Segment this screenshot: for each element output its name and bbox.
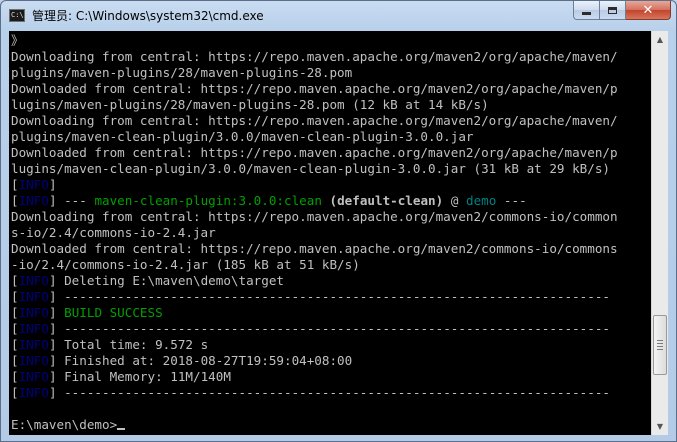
- console-text: Downloading from central: https://repo.m…: [11, 113, 618, 128]
- console-line: Downloading from central: https://repo.m…: [11, 49, 618, 65]
- console-text: ]: [48, 305, 65, 320]
- console-text: maven-clean-plugin:3.0.0:clean: [94, 193, 322, 208]
- info-tag: INFO: [18, 193, 49, 208]
- console-line: [INFO] Deleting E:\maven\demo\target: [11, 273, 284, 289]
- console-line: E:\maven\demo>: [11, 417, 126, 433]
- console-text: ]: [48, 177, 57, 192]
- info-tag: INFO: [18, 337, 49, 352]
- info-tag: INFO: [18, 321, 49, 336]
- console-text: Downloaded from central: https://repo.ma…: [11, 81, 618, 96]
- scroll-down-arrow-icon: ▼: [656, 422, 664, 431]
- console-text: ] ---: [48, 193, 95, 208]
- console-text: ] --------------------------------------…: [48, 321, 611, 336]
- console-line: lugins/maven-plugins/28/maven-plugins-28…: [11, 97, 489, 113]
- info-tag: INFO: [18, 273, 49, 288]
- console-text: E:\maven\demo>: [11, 417, 118, 432]
- console-line: Downloaded from central: https://repo.ma…: [11, 145, 618, 161]
- console-text: Downloaded from central: https://repo.ma…: [11, 241, 618, 256]
- minimize-icon: [582, 11, 591, 15]
- scroll-down-button[interactable]: ▼: [652, 418, 668, 435]
- console-text: s-io/2.4/commons-io-2.4.jar: [11, 225, 216, 240]
- console-text: (default-clean): [321, 193, 444, 208]
- text-cursor: [117, 428, 126, 430]
- console-line: [INFO] Final Memory: 11M/140M: [11, 369, 231, 385]
- cmd-icon[interactable]: C:\: [9, 9, 25, 22]
- info-tag: INFO: [18, 369, 49, 384]
- console-text: -io/2.4/commons-io-2.4.jar (185 kB at 51…: [11, 257, 360, 272]
- grip-line: [657, 346, 663, 347]
- console-text: [: [11, 177, 19, 192]
- console-line: [INFO] --- maven-clean-plugin:3.0.0:clea…: [11, 193, 527, 209]
- console-line: [INFO] ---------------------------------…: [11, 321, 610, 337]
- vertical-scrollbar[interactable]: ▲ ▼: [651, 31, 668, 435]
- minimize-button[interactable]: [573, 1, 600, 20]
- console-text: @: [443, 193, 466, 208]
- grip-line: [657, 349, 663, 350]
- cmd-window: C:\ 管理员: C:\Windows\system32\cmd.exe ✕ 》…: [0, 0, 677, 442]
- console-text: [: [11, 289, 19, 304]
- caption-buttons: ✕: [573, 1, 671, 21]
- info-tag: INFO: [18, 305, 49, 320]
- console-text: ] Finished at: 2018-08-27T19:59:04+08:00: [48, 353, 353, 368]
- console-text: 》: [11, 33, 24, 48]
- grip-line: [657, 343, 663, 344]
- window-title: 管理员: C:\Windows\system32\cmd.exe: [32, 9, 264, 23]
- console-text: Downloaded from central: https://repo.ma…: [11, 145, 618, 160]
- console-text: lugins/maven-clean-plugin/3.0.0/maven-cl…: [11, 161, 610, 176]
- info-tag: INFO: [18, 385, 49, 400]
- console-text: ] Total time: 9.572 s: [48, 337, 209, 352]
- console-text: [: [11, 193, 19, 208]
- info-tag: INFO: [18, 177, 49, 192]
- console-line: [INFO]: [11, 177, 57, 193]
- scrollbar-thumb[interactable]: [653, 315, 667, 375]
- console-text: ] --------------------------------------…: [48, 289, 611, 304]
- console-text: ] Deleting E:\maven\demo\target: [48, 273, 284, 288]
- console-text: ---: [496, 193, 527, 208]
- console-line: Downloaded from central: https://repo.ma…: [11, 241, 618, 257]
- grip-line: [657, 340, 663, 341]
- console-text: [: [11, 321, 19, 336]
- scroll-up-arrow-icon: ▲: [656, 35, 664, 44]
- scroll-up-button[interactable]: ▲: [652, 31, 668, 48]
- console-text: [: [11, 353, 19, 368]
- info-tag: INFO: [18, 353, 49, 368]
- close-icon: ✕: [642, 2, 654, 18]
- console-line: [INFO] Total time: 9.572 s: [11, 337, 208, 353]
- console-text: [: [11, 337, 19, 352]
- console-line: [INFO] ---------------------------------…: [11, 385, 610, 401]
- console-text: ] Final Memory: 11M/140M: [48, 369, 231, 384]
- console-line: Downloading from central: https://repo.m…: [11, 209, 618, 225]
- console-text: [: [11, 385, 19, 400]
- console-line: plugins/maven-plugins/28/maven-plugins-2…: [11, 65, 352, 81]
- console-line: -io/2.4/commons-io-2.4.jar (185 kB at 51…: [11, 257, 360, 273]
- console-line: lugins/maven-clean-plugin/3.0.0/maven-cl…: [11, 161, 610, 177]
- console-line: Downloaded from central: https://repo.ma…: [11, 81, 618, 97]
- console-text: lugins/maven-plugins/28/maven-plugins-28…: [11, 97, 489, 112]
- console-text: demo: [465, 193, 497, 208]
- console-text: plugins/maven-clean-plugin/3.0.0/maven-c…: [11, 129, 474, 144]
- close-button[interactable]: ✕: [626, 1, 671, 20]
- console-text: [: [11, 273, 19, 288]
- console-line: 》: [11, 33, 24, 49]
- console-line: s-io/2.4/commons-io-2.4.jar: [11, 225, 216, 241]
- maximize-icon: [608, 6, 617, 14]
- console-text: [: [11, 369, 19, 384]
- title-bar[interactable]: C:\ 管理员: C:\Windows\system32\cmd.exe ✕: [1, 1, 676, 31]
- console-line: [INFO] BUILD SUCCESS: [11, 305, 163, 321]
- console-output[interactable]: 》 Downloading from central: https://repo.…: [9, 31, 651, 435]
- maximize-button[interactable]: [600, 1, 626, 20]
- console-line: plugins/maven-clean-plugin/3.0.0/maven-c…: [11, 129, 474, 145]
- console-text: BUILD SUCCESS: [64, 305, 163, 320]
- console-line: [INFO] Finished at: 2018-08-27T19:59:04+…: [11, 353, 352, 369]
- console-line: [INFO] ---------------------------------…: [11, 289, 610, 305]
- info-tag: INFO: [18, 289, 49, 304]
- console-text: Downloading from central: https://repo.m…: [11, 49, 618, 64]
- console-text: plugins/maven-plugins/28/maven-plugins-2…: [11, 65, 353, 80]
- console-text: Downloading from central: https://repo.m…: [11, 209, 618, 224]
- console-line: Downloading from central: https://repo.m…: [11, 113, 618, 129]
- console-text: [: [11, 305, 19, 320]
- console-text: ] --------------------------------------…: [48, 385, 611, 400]
